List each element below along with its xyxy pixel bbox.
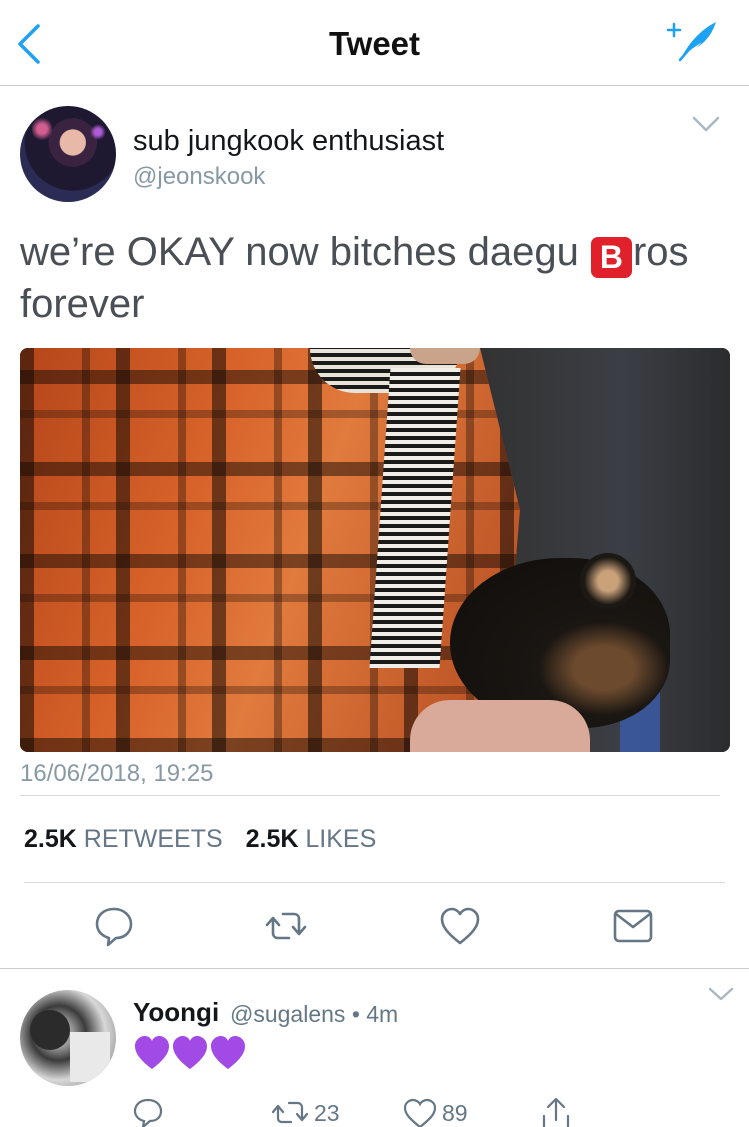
hand: [410, 700, 590, 752]
tweet-text-before: we’re OKAY now bitches daegu: [20, 230, 590, 274]
likes-count[interactable]: 2.5K: [246, 825, 299, 853]
tweet-text: we’re OKAY now bitches daegu Bros foreve…: [20, 226, 730, 330]
tweet-timestamp: 16/06/2018, 19:25: [20, 760, 214, 787]
purple-heart-icon: [171, 1034, 209, 1072]
chevron-down-icon[interactable]: [706, 984, 736, 1004]
reply-like-count: 89: [442, 1100, 468, 1126]
retweets-label[interactable]: RETWEETS: [84, 825, 223, 853]
page-title: Tweet: [328, 25, 421, 62]
share-icon[interactable]: [538, 1096, 574, 1127]
reply-author-name[interactable]: Yoongi: [133, 997, 219, 1028]
avatar-highlight: [32, 116, 52, 142]
avatar-highlight: [70, 1032, 110, 1082]
b-button-emoji-icon: B: [590, 237, 632, 278]
compose-quill-icon[interactable]: [666, 18, 722, 64]
reply-meta: @sugalens • 4m: [230, 1001, 398, 1028]
reply-age: 4m: [366, 1001, 399, 1027]
engagement-stats: 2.5K RETWEETS 2.5K LIKES: [24, 825, 392, 854]
navigation-bar: Tweet: [0, 0, 749, 86]
purple-heart-icon: [133, 1034, 171, 1072]
meta-separator: •: [351, 1001, 360, 1027]
like-icon[interactable]: [402, 1096, 438, 1127]
divider: [20, 795, 720, 796]
purple-heart-icon: [209, 1034, 247, 1072]
avatar-highlight: [90, 124, 106, 140]
retweet-icon[interactable]: [270, 1096, 310, 1127]
reply-avatar[interactable]: [20, 990, 116, 1086]
reply-retweet-count: 23: [314, 1100, 340, 1126]
retweet-icon[interactable]: [263, 903, 309, 949]
reply-icon[interactable]: [131, 1096, 165, 1127]
author-name[interactable]: sub jungkook enthusiast: [133, 125, 444, 158]
likes-label[interactable]: LIKES: [305, 825, 376, 853]
direct-message-icon[interactable]: [610, 903, 656, 949]
chevron-down-icon[interactable]: [690, 112, 722, 136]
divider: [24, 882, 725, 883]
reply-icon[interactable]: [91, 903, 137, 949]
author-avatar[interactable]: [20, 106, 116, 202]
avatar-shadow: [30, 1010, 70, 1050]
tweet-photo[interactable]: [20, 348, 730, 752]
retweets-count[interactable]: 2.5K: [24, 825, 77, 853]
reply-text: [133, 1034, 247, 1072]
chin: [410, 348, 480, 364]
divider: [0, 968, 749, 969]
like-icon[interactable]: [437, 903, 483, 949]
author-handle[interactable]: @jeonskook: [133, 163, 265, 191]
puppy-face: [580, 553, 636, 609]
reply-author-handle[interactable]: @sugalens: [230, 1001, 345, 1027]
